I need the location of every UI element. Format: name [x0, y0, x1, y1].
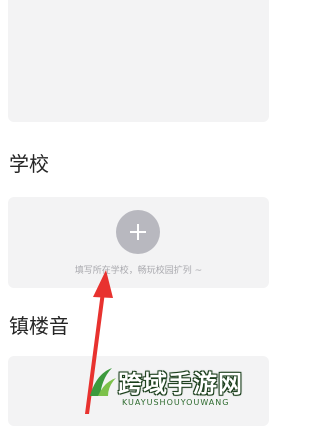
watermark-logo: [90, 368, 116, 396]
add-school-button[interactable]: [116, 210, 160, 254]
school-input-card[interactable]: 填写所在学校，畅玩校园扩列 ~: [8, 197, 269, 288]
watermark-subtitle: KUAYUSHOUYOUWANG: [122, 398, 230, 407]
watermark-title: 跨域手游网: [118, 370, 243, 398]
school-hint-text: 填写所在学校，畅玩校园扩列 ~: [74, 266, 203, 276]
top-content-card: [8, 0, 269, 122]
tower-sound-section-title: 镇楼音: [9, 314, 69, 338]
watermark: 跨域手游网 KUAYUSHOUYOUWANG: [88, 362, 278, 414]
school-section-title: 学校: [9, 152, 49, 176]
